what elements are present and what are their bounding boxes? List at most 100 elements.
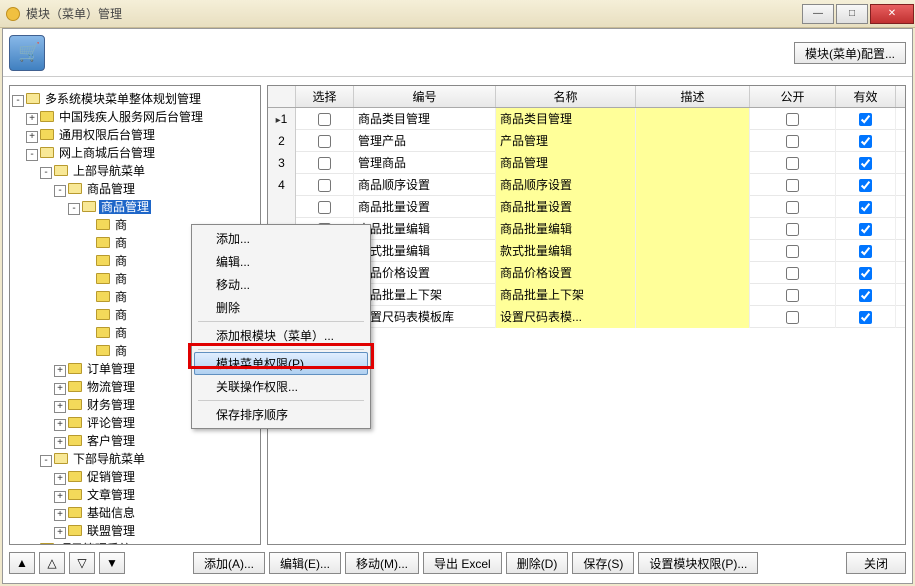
cell-code[interactable]: 商品类目管理 bbox=[354, 108, 496, 130]
select-checkbox[interactable] bbox=[318, 113, 331, 126]
grid-header-valid[interactable]: 有效 bbox=[836, 86, 896, 107]
export-excel-button[interactable]: 导出 Excel bbox=[423, 552, 502, 574]
cell-code[interactable]: 商品批量上下架 bbox=[354, 284, 496, 306]
grid-header-public[interactable]: 公开 bbox=[750, 86, 836, 107]
tree-item[interactable]: +联盟管理 bbox=[12, 522, 258, 540]
nav-down-button[interactable]: ▽ bbox=[69, 552, 95, 574]
cell-select[interactable] bbox=[296, 196, 354, 218]
table-row[interactable]: 商品批量设置商品批量设置 bbox=[268, 196, 905, 218]
tree-item-selected[interactable]: -商品管理 bbox=[12, 198, 258, 216]
close-button[interactable]: ✕ bbox=[870, 4, 914, 24]
cell-code[interactable]: 商品批量编辑 bbox=[354, 218, 496, 240]
set-permission-button[interactable]: 设置模块权限(P)... bbox=[638, 552, 758, 574]
cell-valid[interactable] bbox=[836, 196, 896, 218]
nav-up-button[interactable]: △ bbox=[39, 552, 65, 574]
cell-valid[interactable] bbox=[836, 240, 896, 262]
nav-last-button[interactable]: ▼ bbox=[99, 552, 125, 574]
module-config-button[interactable]: 模块(菜单)配置... bbox=[794, 42, 906, 64]
tree-root[interactable]: -多系统模块菜单整体规划管理 bbox=[12, 90, 258, 108]
ctx-module-permission[interactable]: 模块菜单权限(P)... bbox=[194, 352, 368, 375]
table-row[interactable]: 2管理产品产品管理 bbox=[268, 130, 905, 152]
ctx-delete[interactable]: 删除 bbox=[194, 296, 368, 319]
ctx-related-permission[interactable]: 关联操作权限... bbox=[194, 375, 368, 398]
ctx-edit[interactable]: 编辑... bbox=[194, 250, 368, 273]
cell-desc[interactable] bbox=[636, 174, 750, 196]
move-button[interactable]: 移动(M)... bbox=[345, 552, 419, 574]
select-checkbox[interactable] bbox=[318, 157, 331, 170]
public-checkbox[interactable] bbox=[786, 223, 799, 236]
tree-item[interactable]: +通用权限后台管理 bbox=[12, 126, 258, 144]
tree-item[interactable]: +项目管理系统 bbox=[12, 540, 258, 545]
cell-valid[interactable] bbox=[836, 108, 896, 130]
cell-public[interactable] bbox=[750, 174, 836, 196]
cell-name[interactable]: 产品管理 bbox=[496, 130, 636, 152]
cell-desc[interactable] bbox=[636, 108, 750, 130]
cell-desc[interactable] bbox=[636, 240, 750, 262]
ctx-add-root[interactable]: 添加根模块（菜单）... bbox=[194, 324, 368, 347]
valid-checkbox[interactable] bbox=[859, 289, 872, 302]
minimize-button[interactable]: — bbox=[802, 4, 834, 24]
cell-valid[interactable] bbox=[836, 130, 896, 152]
public-checkbox[interactable] bbox=[786, 311, 799, 324]
cell-select[interactable] bbox=[296, 108, 354, 130]
valid-checkbox[interactable] bbox=[859, 113, 872, 126]
cell-name[interactable]: 商品价格设置 bbox=[496, 262, 636, 284]
select-checkbox[interactable] bbox=[318, 201, 331, 214]
public-checkbox[interactable] bbox=[786, 179, 799, 192]
ctx-add[interactable]: 添加... bbox=[194, 227, 368, 250]
cell-select[interactable] bbox=[296, 130, 354, 152]
cell-name[interactable]: 商品类目管理 bbox=[496, 108, 636, 130]
cell-code[interactable]: 商品批量设置 bbox=[354, 196, 496, 218]
grid-header-desc[interactable]: 描述 bbox=[636, 86, 750, 107]
table-row[interactable]: ▸1商品类目管理商品类目管理 bbox=[268, 108, 905, 130]
cell-code[interactable]: 管理产品 bbox=[354, 130, 496, 152]
edit-button[interactable]: 编辑(E)... bbox=[269, 552, 341, 574]
grid-header-code[interactable]: 编号 bbox=[354, 86, 496, 107]
close-window-button[interactable]: 关闭 bbox=[846, 552, 906, 574]
cell-public[interactable] bbox=[750, 196, 836, 218]
tree-item[interactable]: +基础信息 bbox=[12, 504, 258, 522]
tree-item[interactable]: -上部导航菜单 bbox=[12, 162, 258, 180]
delete-button[interactable]: 删除(D) bbox=[506, 552, 569, 574]
save-button[interactable]: 保存(S) bbox=[572, 552, 634, 574]
public-checkbox[interactable] bbox=[786, 135, 799, 148]
cell-desc[interactable] bbox=[636, 130, 750, 152]
cell-valid[interactable] bbox=[836, 306, 896, 328]
cell-name[interactable]: 商品批量设置 bbox=[496, 196, 636, 218]
cell-valid[interactable] bbox=[836, 152, 896, 174]
ctx-move[interactable]: 移动... bbox=[194, 273, 368, 296]
public-checkbox[interactable] bbox=[786, 267, 799, 280]
cell-public[interactable] bbox=[750, 284, 836, 306]
cell-public[interactable] bbox=[750, 240, 836, 262]
cell-valid[interactable] bbox=[836, 284, 896, 306]
tree-item[interactable]: +客户管理 bbox=[12, 432, 258, 450]
tree-item[interactable]: +文章管理 bbox=[12, 486, 258, 504]
valid-checkbox[interactable] bbox=[859, 157, 872, 170]
cell-public[interactable] bbox=[750, 152, 836, 174]
public-checkbox[interactable] bbox=[786, 157, 799, 170]
public-checkbox[interactable] bbox=[786, 245, 799, 258]
grid-header-name[interactable]: 名称 bbox=[496, 86, 636, 107]
cell-valid[interactable] bbox=[836, 218, 896, 240]
cell-public[interactable] bbox=[750, 262, 836, 284]
tree-item[interactable]: -下部导航菜单 bbox=[12, 450, 258, 468]
grid-header-select[interactable]: 选择 bbox=[296, 86, 354, 107]
cell-name[interactable]: 设置尺码表模... bbox=[496, 306, 636, 328]
cell-code[interactable]: 管理商品 bbox=[354, 152, 496, 174]
cell-desc[interactable] bbox=[636, 196, 750, 218]
cell-code[interactable]: 商品价格设置 bbox=[354, 262, 496, 284]
valid-checkbox[interactable] bbox=[859, 201, 872, 214]
cell-code[interactable]: 设置尺码表模板库 bbox=[354, 306, 496, 328]
valid-checkbox[interactable] bbox=[859, 311, 872, 324]
tree-item[interactable]: -网上商城后台管理 bbox=[12, 144, 258, 162]
cell-public[interactable] bbox=[750, 218, 836, 240]
cell-name[interactable]: 商品管理 bbox=[496, 152, 636, 174]
table-row[interactable]: 3管理商品商品管理 bbox=[268, 152, 905, 174]
cell-desc[interactable] bbox=[636, 284, 750, 306]
cell-name[interactable]: 商品批量编辑 bbox=[496, 218, 636, 240]
tree-item[interactable]: -商品管理 bbox=[12, 180, 258, 198]
valid-checkbox[interactable] bbox=[859, 267, 872, 280]
cell-code[interactable]: 款式批量编辑 bbox=[354, 240, 496, 262]
select-checkbox[interactable] bbox=[318, 135, 331, 148]
public-checkbox[interactable] bbox=[786, 201, 799, 214]
